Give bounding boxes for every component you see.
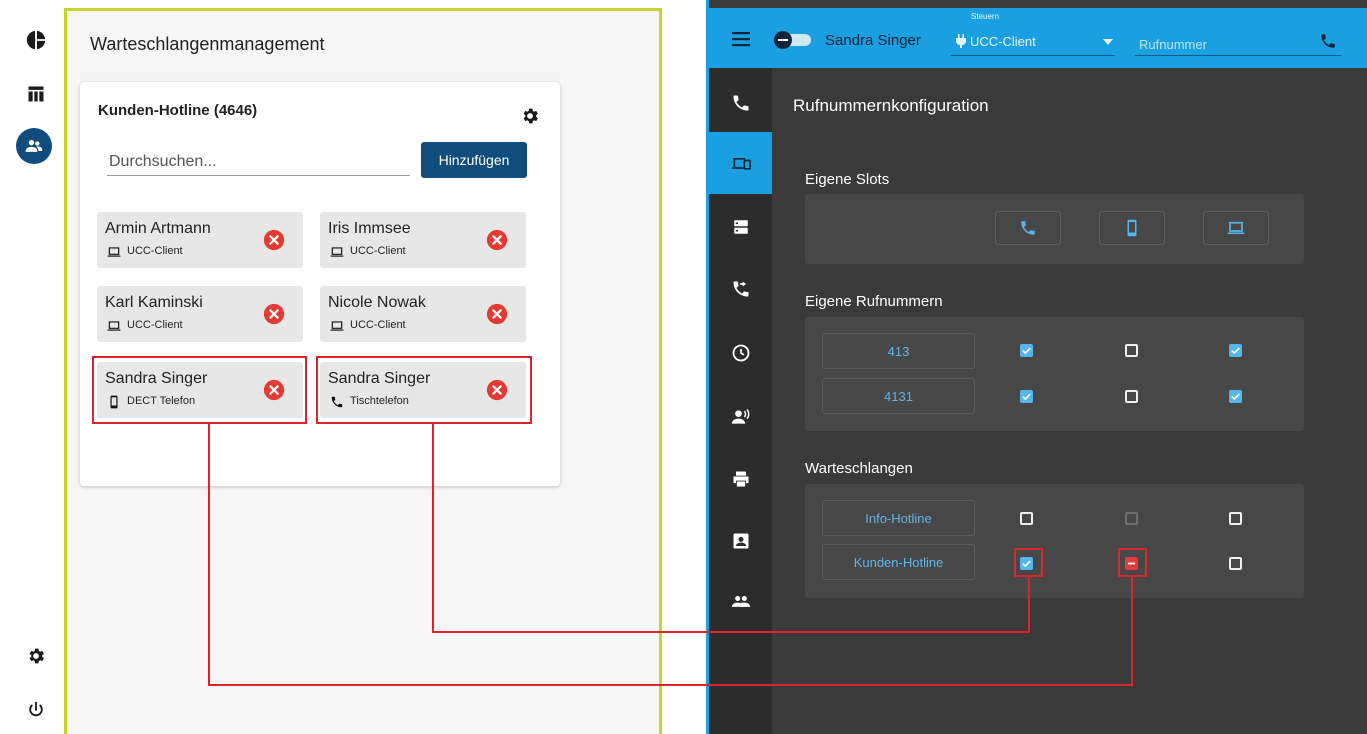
member-card: Karl Kaminski UCC-Client [97, 286, 303, 342]
member-name: Iris Immsee [328, 220, 411, 237]
chevron-down-icon[interactable] [1103, 39, 1113, 45]
number-button[interactable]: 4131 [822, 378, 975, 414]
power-icon[interactable] [18, 692, 54, 728]
phone-icon[interactable] [995, 211, 1061, 245]
call-forward-icon[interactable] [709, 258, 772, 320]
remove-icon[interactable] [263, 229, 285, 251]
laptop-icon [107, 319, 121, 333]
clock-icon[interactable] [709, 322, 772, 384]
dect-highlight-frame [92, 356, 307, 424]
select-underline [951, 55, 1115, 56]
voice-icon[interactable] [709, 386, 772, 448]
left-nav-rail [0, 0, 66, 734]
queue-card-title: Kunden-Hotline (4646) [98, 102, 258, 119]
checkbox-checked[interactable] [1020, 390, 1033, 403]
member-device: UCC-Client [350, 319, 406, 331]
number-underline [1135, 55, 1341, 56]
plug-icon [955, 34, 967, 48]
laptop-icon [330, 245, 344, 259]
pie-chart-icon[interactable] [18, 22, 54, 58]
contact-card-icon[interactable] [709, 510, 772, 572]
member-card: Iris Immsee UCC-Client [320, 212, 526, 268]
member-device: UCC-Client [127, 245, 183, 257]
checkbox-unchecked[interactable] [1125, 344, 1138, 357]
queue-card: Kunden-Hotline (4646) Hinzufügen Armin A… [80, 82, 560, 486]
member-device: UCC-Client [127, 319, 183, 331]
printer-icon[interactable] [709, 448, 772, 510]
checkbox-unchecked[interactable] [1020, 512, 1033, 525]
gear-icon[interactable] [18, 638, 54, 674]
numbers-section: 413 4131 [805, 317, 1304, 431]
member-device: UCC-Client [350, 245, 406, 257]
remove-icon[interactable] [486, 303, 508, 325]
member-card: Armin Artmann UCC-Client [97, 212, 303, 268]
remove-icon[interactable] [263, 303, 285, 325]
checkbox-checked[interactable] [1020, 344, 1033, 357]
content-title: Rufnummernkonfiguration [793, 96, 989, 115]
member-name: Karl Kaminski [105, 294, 203, 311]
checkbox-checked[interactable] [1229, 390, 1242, 403]
laptop-icon[interactable] [1203, 211, 1269, 245]
number-button[interactable]: 413 [822, 333, 975, 369]
add-button[interactable]: Hinzufügen [421, 142, 527, 178]
member-name: Nicole Nowak [328, 294, 426, 311]
numbers-section-title: Eigene Rufnummern [805, 293, 943, 310]
checkbox-checked[interactable] [1229, 344, 1242, 357]
desk-phone-highlight-frame [316, 356, 532, 424]
side-nav [709, 68, 772, 734]
slots-section-title: Eigene Slots [805, 171, 890, 188]
mobile-phone-icon[interactable] [1099, 211, 1165, 245]
slots-section [805, 194, 1304, 264]
devices-icon[interactable] [709, 132, 772, 194]
control-label: Steuern [971, 12, 1000, 21]
checkbox-unchecked[interactable] [1125, 390, 1138, 403]
remove-icon[interactable] [486, 229, 508, 251]
checkbox-unchecked[interactable] [1229, 557, 1242, 570]
group-icon[interactable] [709, 570, 772, 632]
device-select[interactable]: UCC-Client [970, 34, 1036, 49]
checked-highlight-frame [1014, 548, 1043, 577]
user-name: Sandra Singer [825, 32, 921, 49]
checkbox-disabled [1125, 512, 1138, 525]
phone-icon[interactable] [1319, 32, 1337, 50]
queues-section: Info-Hotline Kunden-Hotline [805, 484, 1304, 598]
status-toggle[interactable] [773, 31, 813, 49]
indeterminate-highlight-frame [1118, 548, 1147, 577]
phone-icon[interactable] [709, 72, 772, 134]
member-name: Armin Artmann [105, 220, 211, 237]
laptop-icon [330, 319, 344, 333]
queue-button[interactable]: Kunden-Hotline [822, 544, 975, 580]
queues-section-title: Warteschlangen [805, 460, 913, 477]
server-icon[interactable] [709, 196, 772, 258]
page-title: Warteschlangenmanagement [90, 34, 325, 54]
table-icon[interactable] [18, 76, 54, 112]
queue-button[interactable]: Info-Hotline [822, 500, 975, 536]
top-bar: Sandra Singer Steuern UCC-Client [709, 8, 1367, 68]
menu-icon[interactable] [732, 30, 752, 48]
search-input[interactable] [107, 148, 410, 176]
gear-icon[interactable] [516, 102, 544, 130]
checkbox-unchecked[interactable] [1229, 512, 1242, 525]
phone-number-input[interactable] [1137, 33, 1311, 55]
member-card: Nicole Nowak UCC-Client [320, 286, 526, 342]
laptop-icon [107, 245, 121, 259]
users-icon[interactable] [16, 128, 52, 164]
